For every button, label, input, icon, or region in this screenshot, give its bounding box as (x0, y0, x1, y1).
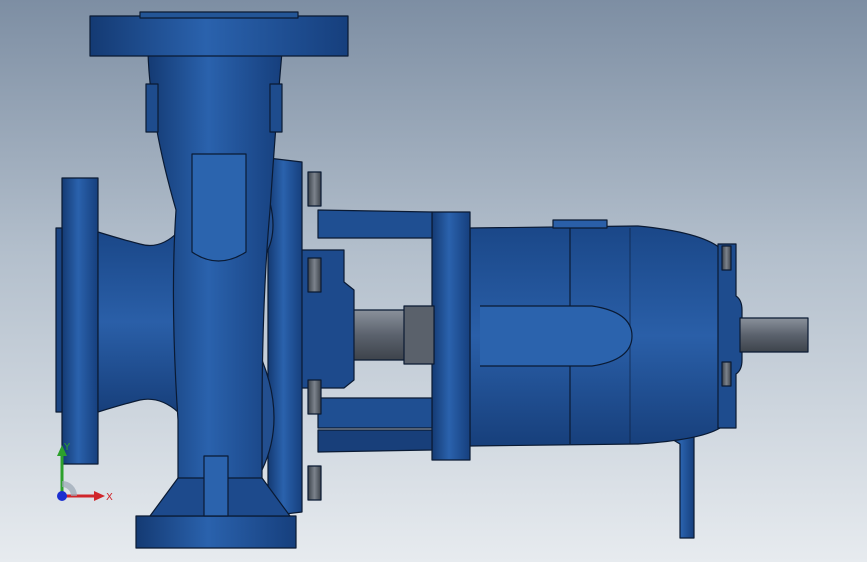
triad-y-label: Y (63, 442, 71, 453)
flange-bolt[interactable] (307, 379, 322, 415)
coordinate-triad: Y X (57, 442, 113, 503)
end-cover-bolt[interactable] (721, 245, 732, 271)
bracket-flange[interactable] (431, 211, 471, 461)
end-cover-bolt[interactable] (721, 361, 732, 387)
discharge-flange[interactable] (89, 15, 349, 57)
suction-nozzle[interactable] (97, 231, 179, 413)
pump-model-view[interactable] (0, 0, 867, 562)
casing-cover-flange[interactable] (267, 157, 303, 517)
bracket-lower-arm[interactable] (317, 397, 433, 429)
bracket-upper-arm[interactable] (317, 209, 433, 239)
shaft-collar[interactable] (403, 305, 435, 365)
bracket-lower-rib[interactable] (317, 429, 433, 453)
drive-shaft[interactable] (739, 317, 809, 353)
drain-slot[interactable] (203, 455, 229, 517)
end-cover[interactable] (717, 243, 743, 429)
suction-flange-rim[interactable] (55, 227, 63, 413)
flange-bolt[interactable] (307, 171, 322, 207)
triad-x-label: X (106, 492, 113, 503)
volute-lug[interactable] (269, 83, 283, 133)
graphics-viewport[interactable]: Y X (0, 0, 867, 562)
triad-z-axis (57, 491, 67, 501)
flange-bolt[interactable] (307, 465, 322, 501)
volute-lug[interactable] (145, 83, 159, 133)
triad-x-arrowhead (94, 491, 105, 501)
casing-foot[interactable] (135, 515, 297, 549)
flange-bolt[interactable] (307, 257, 322, 293)
suction-flange[interactable] (61, 177, 99, 465)
pump-assembly[interactable] (55, 11, 809, 549)
support-leg[interactable] (669, 425, 695, 539)
discharge-flange-top[interactable] (139, 11, 299, 19)
volute-window[interactable] (191, 153, 247, 262)
housing-oval-recess[interactable] (480, 305, 633, 367)
bearing-housing-top-boss[interactable] (552, 219, 608, 229)
